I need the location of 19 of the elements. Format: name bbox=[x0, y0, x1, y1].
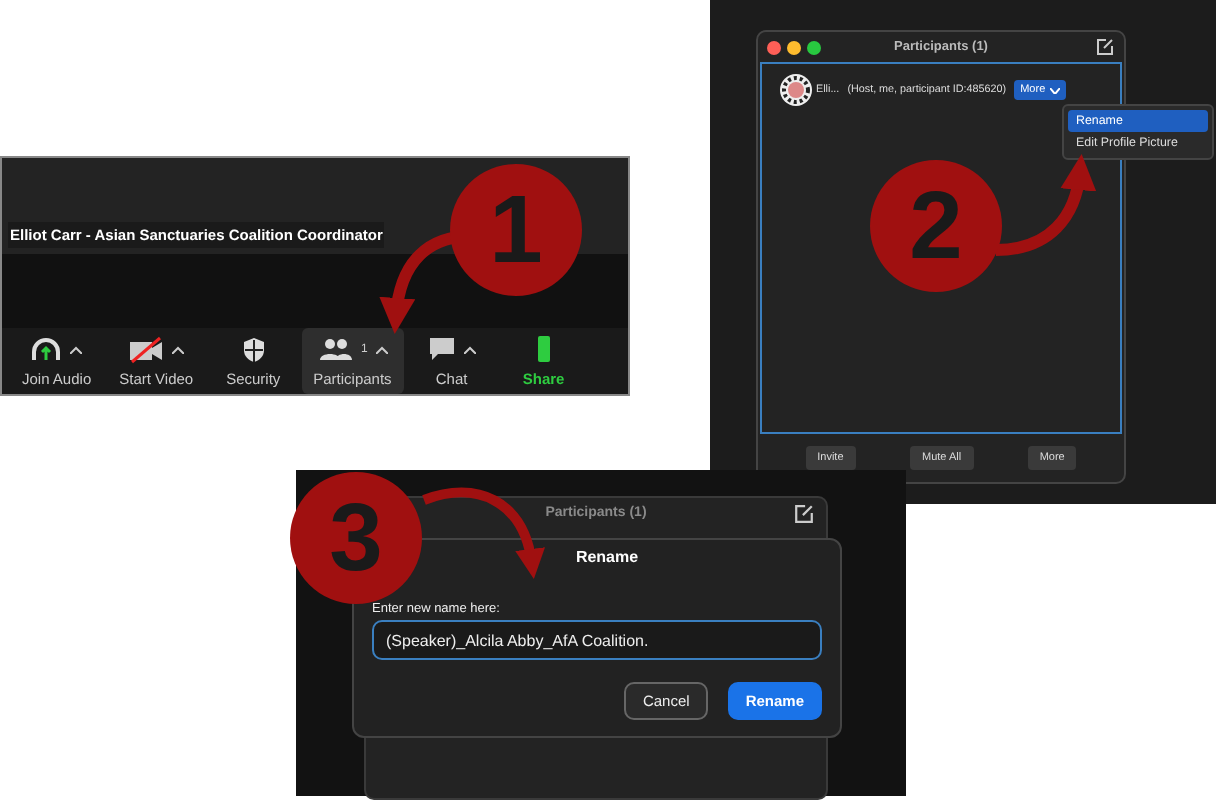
pop-out-icon[interactable] bbox=[794, 504, 814, 524]
share-screen-icon bbox=[537, 336, 550, 362]
dialog-title: Rename bbox=[575, 548, 639, 566]
curved-arrow bbox=[995, 154, 1096, 256]
caret-up-icon bbox=[463, 345, 476, 353]
shield-icon bbox=[241, 335, 266, 363]
avatar-icon bbox=[780, 74, 812, 106]
pop-out-icon[interactable] bbox=[1096, 38, 1114, 56]
caret-up-icon bbox=[70, 345, 83, 353]
caret-up-icon bbox=[172, 345, 185, 353]
video-off-icon bbox=[128, 335, 165, 363]
headphones-icon bbox=[30, 335, 63, 363]
chat-bubble-icon bbox=[427, 336, 456, 362]
window-controls-icon bbox=[766, 40, 826, 56]
curved-arrow bbox=[422, 487, 544, 579]
chevron-down-icon bbox=[1049, 87, 1060, 93]
people-icon bbox=[317, 337, 354, 361]
name-input-field[interactable]: (Speaker)_Alcila Abby_AfA Coalition. bbox=[372, 620, 822, 660]
caret-up-icon bbox=[375, 345, 388, 353]
